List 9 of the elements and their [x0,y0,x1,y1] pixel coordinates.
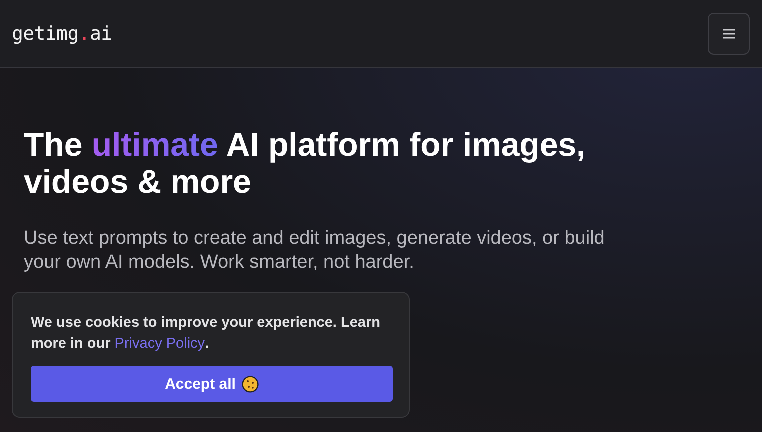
hero-subtitle: Use text prompts to create and edit images, generate videos, or build your own AI models. Work smarter, not harder. [24,227,606,275]
accept-all-button[interactable]: Accept all [31,366,393,402]
hero-heading: The ultimate AI platform for images, videos & more [24,126,587,200]
menu-button[interactable] [708,12,750,54]
cookie-icon [242,376,259,392]
cookie-message: We use cookies to improve your experience. Learn more in our Privacy Policy. [31,314,382,354]
privacy-policy-link[interactable]: Privacy Policy [114,336,206,352]
menu-icon [723,28,735,38]
logo[interactable]: getimg.ai [12,22,112,44]
